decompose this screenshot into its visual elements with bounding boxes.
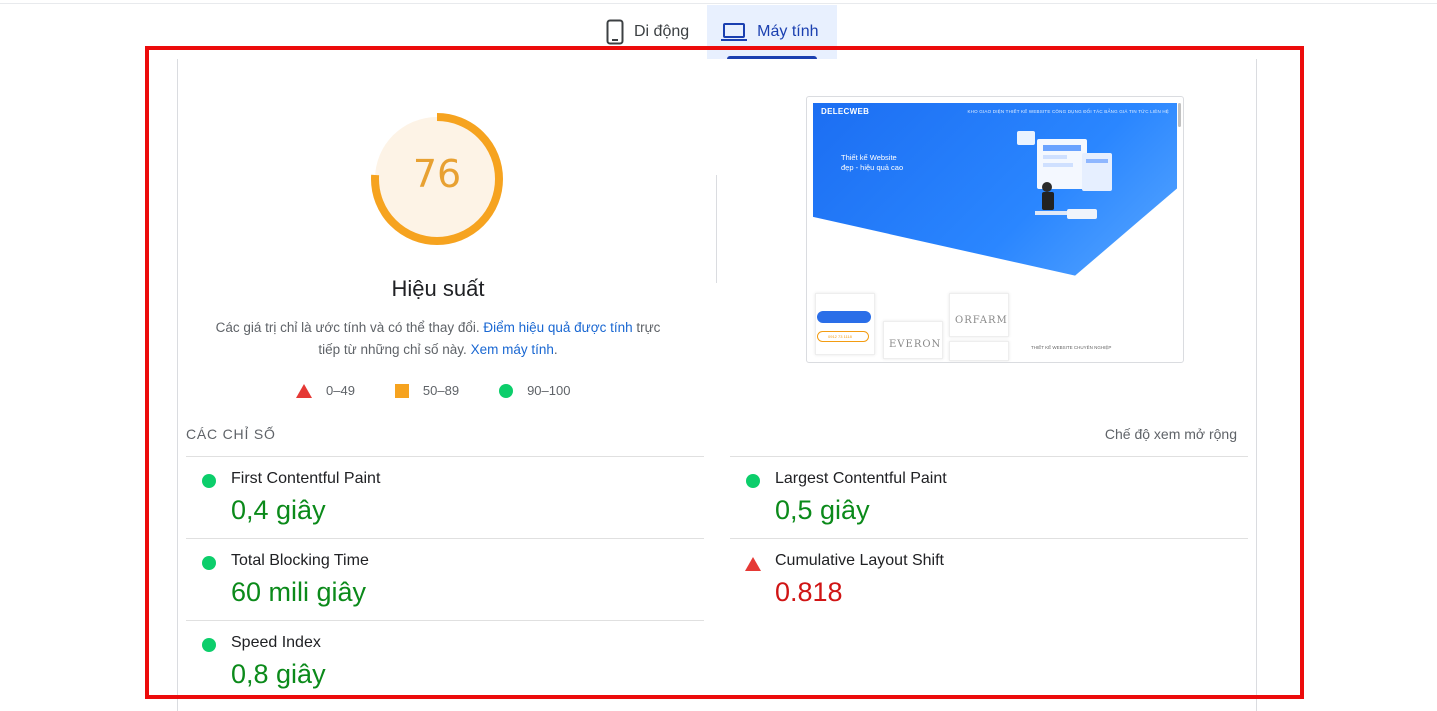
screenshot-card-4 [949, 341, 1009, 361]
metric-value: 0.818 [775, 577, 843, 607]
fail-triangle-icon [745, 557, 761, 571]
metric-title: Speed Index [231, 634, 321, 651]
metric-title: Largest Contentful Paint [775, 470, 947, 487]
metric-lcp: Largest Contentful Paint 0,5 giây [730, 456, 1248, 538]
expand-view-toggle[interactable]: Chế độ xem mở rộng [1105, 426, 1237, 442]
screenshot-brand-orfarm: ORFARM [955, 315, 1008, 326]
legend-fail-label: 0–49 [326, 383, 355, 398]
metric-title: Total Blocking Time [231, 552, 369, 569]
calculator-link[interactable]: Xem máy tính [471, 342, 554, 357]
legend-fail: 0–49 [296, 383, 355, 398]
metric-fcp: First Contentful Paint 0,4 giây [186, 456, 704, 538]
screenshot-headline: Thiết kế Website đẹp - hiệu quả cao [841, 153, 903, 173]
desc-text-3: . [553, 342, 558, 357]
metric-value: 0,4 giây [231, 495, 326, 525]
laptop-icon [721, 22, 748, 42]
metric-speed-index: Speed Index 0,8 giây [186, 620, 704, 702]
vertical-divider [716, 175, 717, 283]
device-tabs: Di động Máy tính [592, 5, 837, 59]
screenshot-headline-2: đẹp - hiệu quả cao [841, 163, 904, 172]
tab-desktop[interactable]: Máy tính [707, 5, 837, 59]
tab-desktop-label: Máy tính [757, 23, 819, 40]
score-calc-link[interactable]: Điểm hiệu quả được tính [483, 320, 632, 335]
triangle-icon [296, 383, 312, 398]
legend-pass-label: 90–100 [527, 383, 571, 398]
pass-circle-icon [202, 638, 216, 652]
final-screenshot: DELECWEB KHO GIAO DIỆN THIẾT KẾ WEBSITE … [806, 96, 1184, 363]
screenshot-scrollbar [1178, 103, 1181, 127]
metric-title: First Contentful Paint [231, 470, 381, 487]
desc-text-1: Các giá trị chỉ là ước tính và có thể th… [215, 320, 484, 335]
screenshot-illustration [1017, 131, 1112, 219]
screenshot-footer-text: THIẾT KẾ WEBSITE CHUYÊN NGHIỆP [1031, 345, 1112, 350]
pass-circle-icon [202, 474, 216, 488]
legend-average-label: 50–89 [422, 383, 460, 398]
metric-value: 60 mili giây [231, 577, 367, 607]
legend-average: 50–89 [394, 383, 460, 398]
screenshot-hero-banner [813, 103, 1177, 276]
legend-pass: 90–100 [499, 383, 570, 398]
screenshot-brand-everon: EVERON [889, 339, 942, 350]
performance-score: 76 [412, 152, 462, 196]
pass-circle-icon [202, 556, 216, 570]
screenshot-phone-button: 0912 73 1118 [817, 331, 869, 342]
tab-mobile-label: Di động [634, 23, 690, 40]
top-divider [0, 3, 1437, 4]
metric-tbt: Total Blocking Time 60 mili giây [186, 538, 704, 620]
performance-description: Các giá trị chỉ là ước tính và có thể th… [205, 317, 671, 361]
square-icon [394, 383, 409, 398]
screenshot-card-1 [815, 293, 875, 355]
screenshot-chat-button [817, 311, 871, 323]
metrics-header: CÁC CHỈ SỐ [186, 426, 276, 442]
metric-value: 0,8 giây [231, 659, 326, 689]
performance-title: Hiệu suất [391, 276, 485, 301]
screenshot-logo: DELECWEB [821, 107, 870, 116]
metric-value: 0,5 giây [775, 495, 870, 525]
tab-mobile[interactable]: Di động [592, 5, 707, 59]
metric-title: Cumulative Layout Shift [775, 552, 944, 569]
metric-cls: Cumulative Layout Shift 0.818 [730, 538, 1248, 620]
circle-icon [499, 383, 514, 398]
screenshot-headline-1: Thiết kế Website [841, 153, 897, 162]
mobile-phone-icon [606, 19, 624, 45]
score-legend: 0–49 50–89 90–100 [296, 383, 610, 398]
pass-circle-icon [746, 474, 760, 488]
screenshot-nav: KHO GIAO DIỆN THIẾT KẾ WEBSITE CÔNG DỤNG… [967, 109, 1169, 114]
